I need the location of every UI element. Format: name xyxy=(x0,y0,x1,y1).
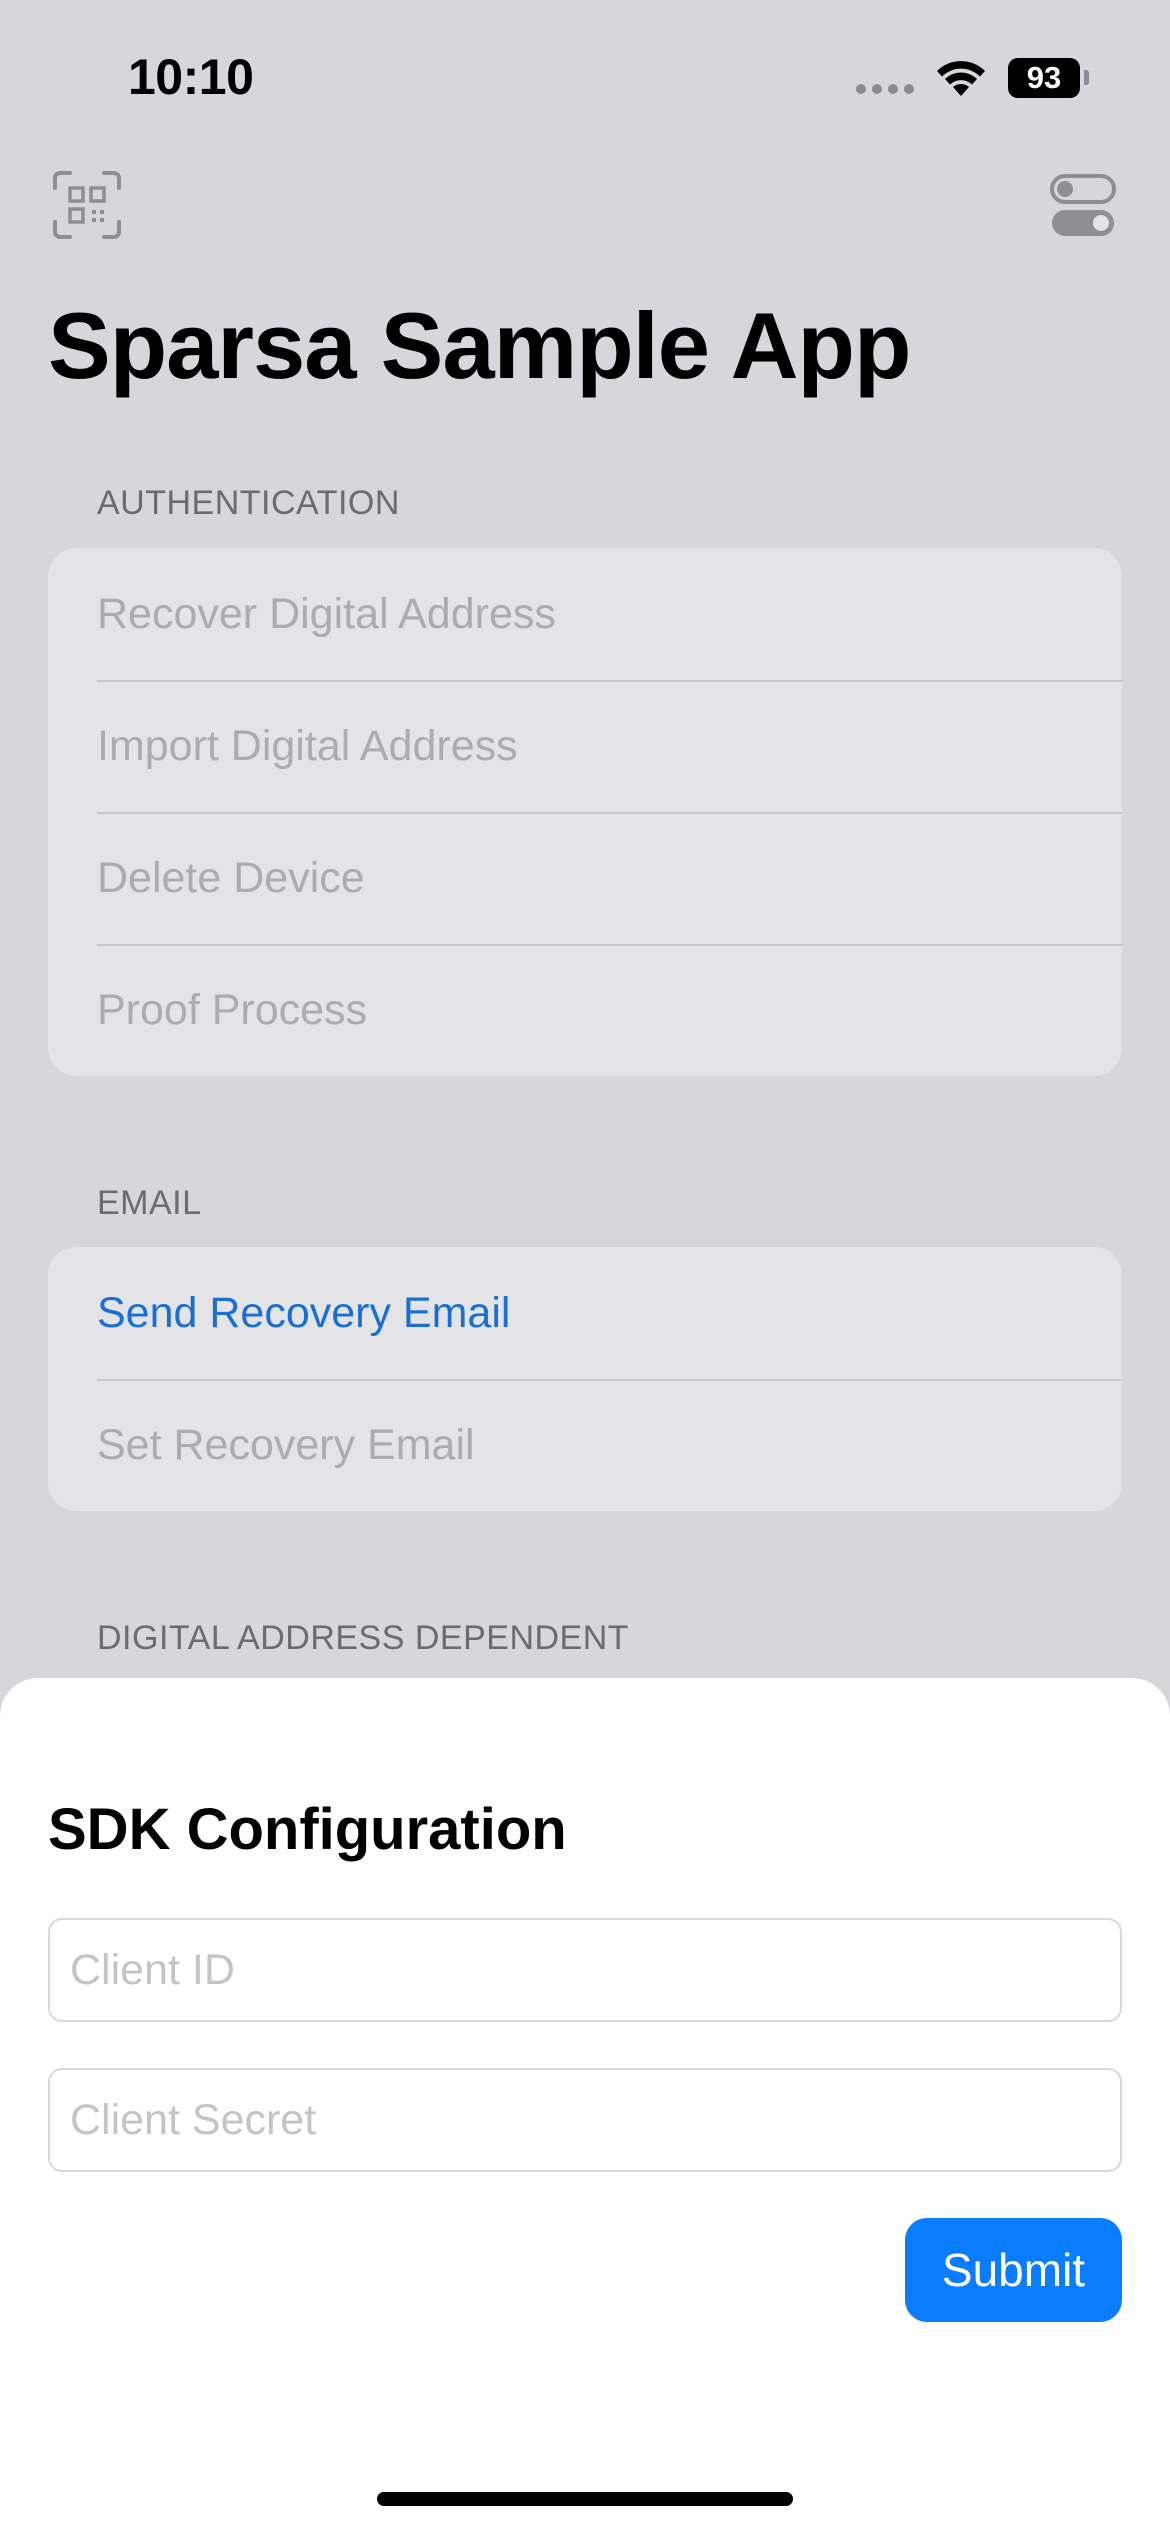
row-label: Delete Device xyxy=(97,853,365,902)
import-digital-address-item[interactable]: Import Digital Address xyxy=(48,680,1122,812)
status-bar: 10:10 93 xyxy=(0,0,1170,150)
set-recovery-email-item[interactable]: Set Recovery Email xyxy=(48,1379,1122,1511)
row-label: Set Recovery Email xyxy=(97,1420,475,1469)
section-header-digital-address-dependent: DIGITAL ADDRESS DEPENDENT xyxy=(97,1619,630,1657)
proof-process-item[interactable]: Proof Process xyxy=(48,944,1122,1076)
email-group: Send Recovery Email Set Recovery Email xyxy=(48,1247,1122,1511)
row-label: Proof Process xyxy=(97,985,368,1034)
status-time: 10:10 xyxy=(128,49,254,105)
send-recovery-email-item[interactable]: Send Recovery Email xyxy=(48,1247,1122,1379)
battery-cap xyxy=(1084,70,1089,85)
qr-code-scanner-icon[interactable] xyxy=(52,170,122,240)
signal-dots-icon xyxy=(856,84,914,94)
submit-button[interactable]: Submit xyxy=(905,2218,1122,2322)
row-label: Recover Digital Address xyxy=(97,589,556,638)
client-secret-field[interactable] xyxy=(48,2068,1122,2172)
delete-device-item[interactable]: Delete Device xyxy=(48,812,1122,944)
sdk-configuration-sheet: SDK Configuration Submit xyxy=(0,1678,1170,2532)
client-id-field[interactable] xyxy=(48,1918,1122,2022)
section-header-authentication: AUTHENTICATION xyxy=(97,484,400,522)
recover-digital-address-item[interactable]: Recover Digital Address xyxy=(48,548,1122,680)
row-label: Import Digital Address xyxy=(97,721,518,770)
page-title: Sparsa Sample App xyxy=(48,293,911,398)
wifi-icon xyxy=(937,61,985,96)
toggles-icon[interactable] xyxy=(1050,174,1116,238)
row-label: Send Recovery Email xyxy=(97,1288,511,1337)
battery-icon: 93 xyxy=(1008,58,1080,98)
home-indicator[interactable] xyxy=(377,2492,793,2506)
authentication-group: Recover Digital Address Import Digital A… xyxy=(48,548,1122,1076)
section-header-email: EMAIL xyxy=(97,1184,202,1222)
sheet-title: SDK Configuration xyxy=(48,1797,567,1862)
